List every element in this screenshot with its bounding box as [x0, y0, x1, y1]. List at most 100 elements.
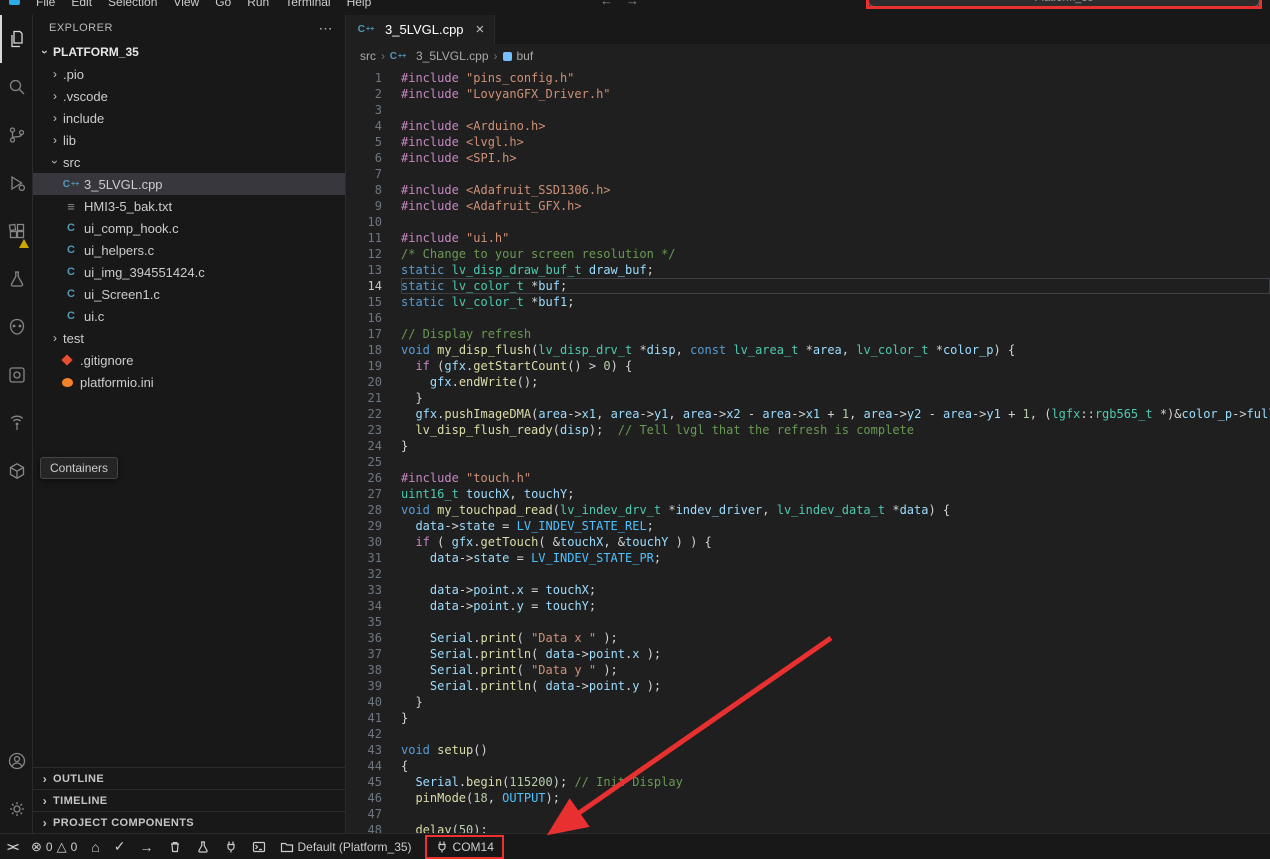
code-line[interactable]: 6#include <SPI.h>	[346, 150, 1270, 166]
code-line[interactable]: 32	[346, 566, 1270, 582]
code-line[interactable]: 36 Serial.print( "Data x " );	[346, 630, 1270, 646]
folder-.vscode[interactable]: ›.vscode	[33, 85, 345, 107]
menu-item-run[interactable]: Run	[239, 0, 277, 12]
file-ui_comp_hook.c[interactable]: Cui_comp_hook.c	[33, 217, 345, 239]
code-line[interactable]: 48 delay(50);	[346, 822, 1270, 833]
activity-settings[interactable]	[0, 785, 32, 833]
activity-explorer[interactable]	[0, 15, 32, 63]
folder-include[interactable]: ›include	[33, 107, 345, 129]
file-.gitignore[interactable]: .gitignore	[33, 349, 345, 371]
menu-item-selection[interactable]: Selection	[100, 0, 165, 12]
close-tab-icon[interactable]: ×	[476, 21, 485, 38]
code-line[interactable]: 23 lv_disp_flush_ready(disp); // Tell lv…	[346, 422, 1270, 438]
code-line[interactable]: 30 if ( gfx.getTouch( &touchX, &touchY )…	[346, 534, 1270, 550]
code-line[interactable]: 25	[346, 454, 1270, 470]
code-line[interactable]: 46 pinMode(18, OUTPUT);	[346, 790, 1270, 806]
code-line[interactable]: 14static lv_color_t *buf;	[346, 278, 1270, 294]
code-line[interactable]: 4#include <Arduino.h>	[346, 118, 1270, 134]
activity-containers[interactable]	[0, 447, 32, 495]
code-line[interactable]: 31 data->state = LV_INDEV_STATE_PR;	[346, 550, 1270, 566]
file-ui_helpers.c[interactable]: Cui_helpers.c	[33, 239, 345, 261]
problems-indicator[interactable]: ⊗ 0 △ 0	[24, 834, 84, 859]
code-line[interactable]: 34 data->point.y = touchY;	[346, 598, 1270, 614]
file-3_5LVGL.cpp[interactable]: C++3_5LVGL.cpp	[33, 173, 345, 195]
folder-test[interactable]: ›test	[33, 327, 345, 349]
file-ui.c[interactable]: Cui.c	[33, 305, 345, 327]
activity-extensions[interactable]	[0, 207, 32, 255]
breadcrumb-symbol[interactable]: buf	[517, 49, 534, 63]
pio-home-button[interactable]: ⌂	[84, 834, 106, 859]
folder-src[interactable]: ›src	[33, 151, 345, 173]
code-line[interactable]: 35	[346, 614, 1270, 630]
code-line[interactable]: 37 Serial.println( data->point.x );	[346, 646, 1270, 662]
pio-build-button[interactable]: ✓	[107, 834, 133, 859]
nav-forward-icon[interactable]: →	[626, 0, 639, 8]
file-ui_img_394551424.c[interactable]: Cui_img_394551424.c	[33, 261, 345, 283]
code-line[interactable]: 21 }	[346, 390, 1270, 406]
pio-terminal-button[interactable]	[245, 834, 273, 859]
code-line[interactable]: 38 Serial.print( "Data y " );	[346, 662, 1270, 678]
code-line[interactable]: 5#include <lvgl.h>	[346, 134, 1270, 150]
code-line[interactable]: 39 Serial.println( data->point.y );	[346, 678, 1270, 694]
code-line[interactable]: 20 gfx.endWrite();	[346, 374, 1270, 390]
code-line[interactable]: 18void my_disp_flush(lv_disp_drv_t *disp…	[346, 342, 1270, 358]
activity-platformio[interactable]	[0, 303, 32, 351]
folder-lib[interactable]: ›lib	[33, 129, 345, 151]
activity-search[interactable]	[0, 63, 32, 111]
breadcrumb-src[interactable]: src	[360, 49, 376, 63]
section-project-components[interactable]: ›PROJECT COMPONENTS	[33, 811, 345, 833]
code-line[interactable]: 40 }	[346, 694, 1270, 710]
code-line[interactable]: 44{	[346, 758, 1270, 774]
code-line[interactable]: 16	[346, 310, 1270, 326]
section-outline[interactable]: ›OUTLINE	[33, 767, 345, 789]
code-line[interactable]: 29 data->state = LV_INDEV_STATE_REL;	[346, 518, 1270, 534]
menu-item-edit[interactable]: Edit	[63, 0, 100, 12]
file-platformio.ini[interactable]: platformio.ini	[33, 371, 345, 393]
menu-item-file[interactable]: File	[28, 0, 63, 12]
activity-accounts[interactable]	[0, 737, 32, 785]
menu-item-help[interactable]: Help	[339, 0, 380, 12]
code-line[interactable]: 15static lv_color_t *buf1;	[346, 294, 1270, 310]
remote-indicator[interactable]: ><	[0, 834, 24, 859]
breadcrumb-file[interactable]: 3_5LVGL.cpp	[416, 49, 489, 63]
more-actions-icon[interactable]: ⋯	[319, 20, 334, 37]
code-line[interactable]: 17// Display refresh	[346, 326, 1270, 342]
pio-test-button[interactable]	[189, 834, 217, 859]
code-line[interactable]: 43void setup()	[346, 742, 1270, 758]
code-line[interactable]: 45 Serial.begin(115200); // Init Display	[346, 774, 1270, 790]
activity-source-control[interactable]	[0, 111, 32, 159]
activity-run-debug[interactable]	[0, 159, 32, 207]
pio-clean-button[interactable]	[161, 834, 189, 859]
section-timeline[interactable]: ›TIMELINE	[33, 789, 345, 811]
code-line[interactable]: 19 if (gfx.getStartCount() > 0) {	[346, 358, 1270, 374]
code-line[interactable]: 8#include <Adafruit_SSD1306.h>	[346, 182, 1270, 198]
code-line[interactable]: 47	[346, 806, 1270, 822]
code-line[interactable]: 11#include "ui.h"	[346, 230, 1270, 246]
code-line[interactable]: 22 gfx.pushImageDMA(area->x1, area->y1, …	[346, 406, 1270, 422]
pio-serial-monitor-button[interactable]	[217, 834, 245, 859]
activity-remote-explorer[interactable]	[0, 399, 32, 447]
menu-item-go[interactable]: Go	[207, 0, 239, 12]
code-line[interactable]: 41}	[346, 710, 1270, 726]
code-line[interactable]: 7	[346, 166, 1270, 182]
code-line[interactable]: 26#include "touch.h"	[346, 470, 1270, 486]
code-line[interactable]: 24}	[346, 438, 1270, 454]
code-area[interactable]: 1#include "pins_config.h"2#include "Lovy…	[346, 68, 1270, 833]
code-line[interactable]: 33 data->point.x = touchX;	[346, 582, 1270, 598]
pio-serial-port[interactable]: COM14	[425, 835, 504, 859]
pio-upload-button[interactable]: →	[133, 834, 161, 859]
code-line[interactable]: 1#include "pins_config.h"	[346, 70, 1270, 86]
activity-testing[interactable]	[0, 255, 32, 303]
file-HMI3-5_bak.txt[interactable]: ≡HMI3-5_bak.txt	[33, 195, 345, 217]
code-line[interactable]: 13static lv_disp_draw_buf_t draw_buf;	[346, 262, 1270, 278]
code-line[interactable]: 10	[346, 214, 1270, 230]
code-line[interactable]: 3	[346, 102, 1270, 118]
code-line[interactable]: 42	[346, 726, 1270, 742]
code-line[interactable]: 27uint16_t touchX, touchY;	[346, 486, 1270, 502]
folder-.pio[interactable]: ›.pio	[33, 63, 345, 85]
code-line[interactable]: 2#include "LovyanGFX_Driver.h"	[346, 86, 1270, 102]
tab-3_5lvgl-cpp[interactable]: C++ 3_5LVGL.cpp ×	[346, 15, 495, 44]
tree-root-project[interactable]: › PLATFORM_35	[33, 41, 345, 63]
code-line[interactable]: 12/* Change to your screen resolution */	[346, 246, 1270, 262]
activity-pio-debug[interactable]	[0, 351, 32, 399]
